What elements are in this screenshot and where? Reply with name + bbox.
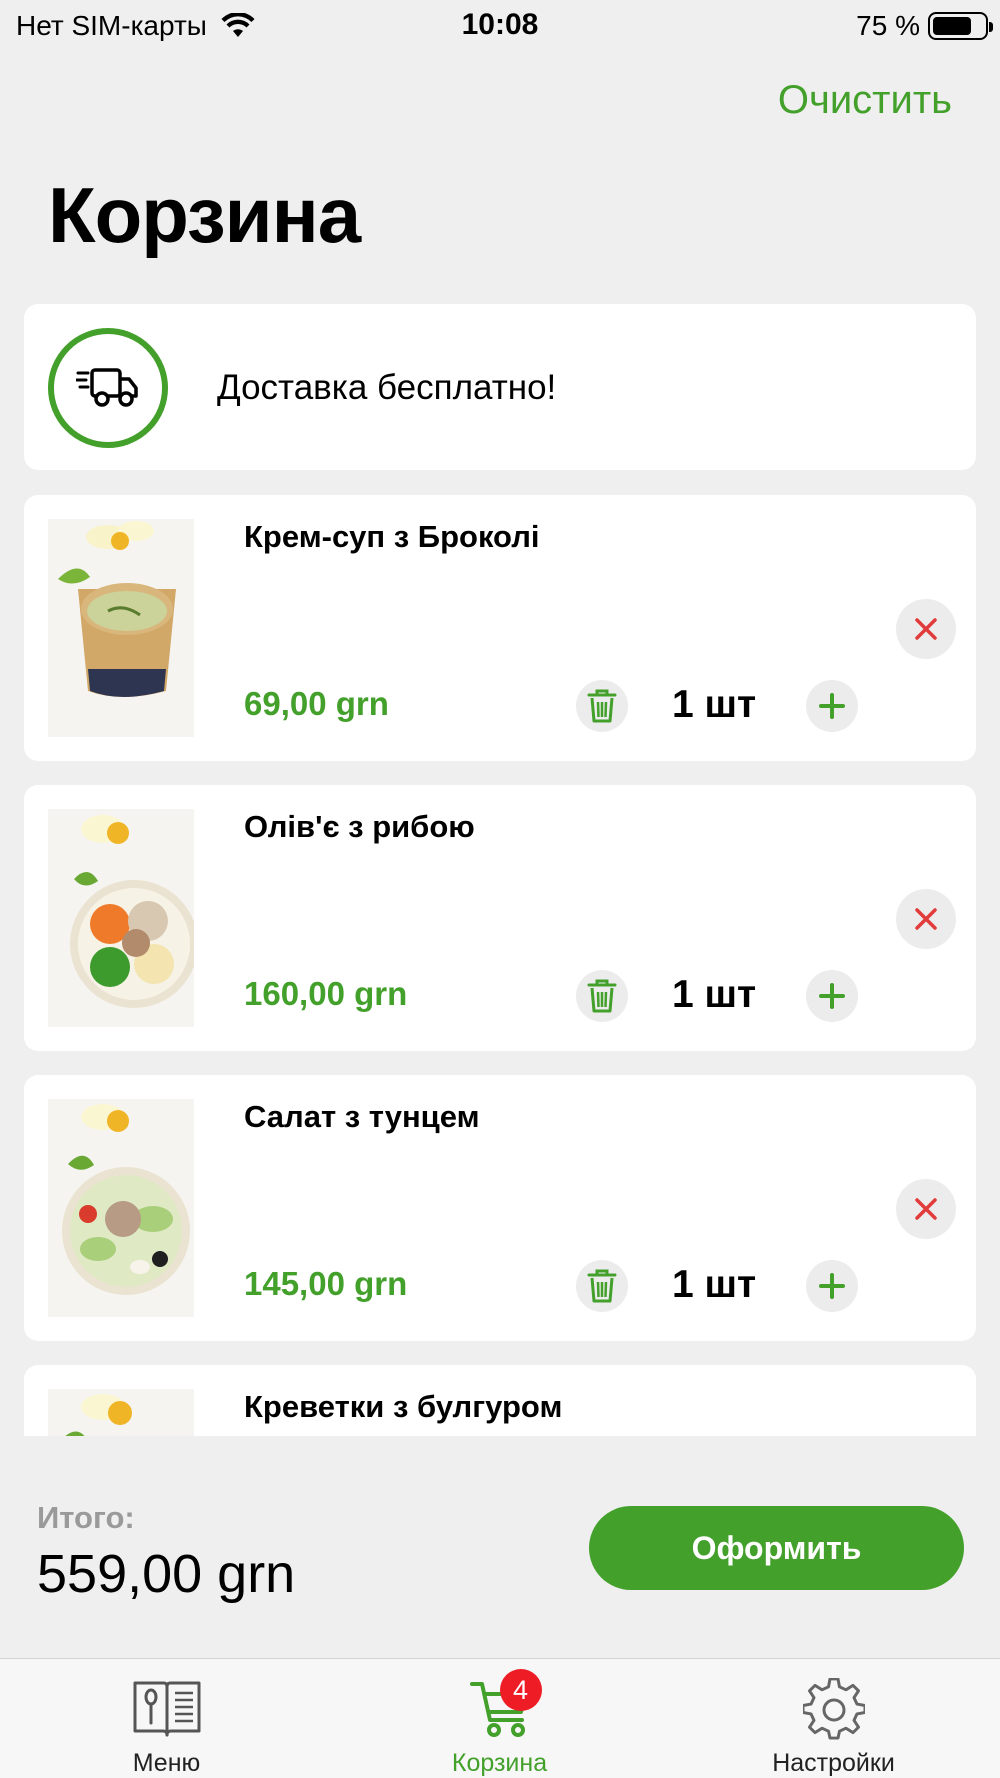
product-image[interactable] — [48, 1389, 194, 1436]
item-price: 160,00 grn — [244, 975, 408, 1012]
cart-item: Креветки з булгуром — [24, 1365, 976, 1436]
tab-menu-label: Меню — [132, 1749, 201, 1777]
cart-list[interactable]: Доставка бесплатно! Крем-суп з Броколі 6… — [0, 300, 1000, 1436]
delivery-banner: Доставка бесплатно! — [24, 304, 976, 470]
total-value: 559,00 grn — [37, 1544, 296, 1604]
item-quantity: 1 шт — [672, 1263, 757, 1306]
trash-icon — [587, 689, 617, 723]
increase-quantity-button[interactable] — [806, 970, 858, 1022]
plus-icon — [819, 1273, 845, 1299]
delete-item-button[interactable] — [576, 970, 628, 1022]
product-image[interactable] — [48, 519, 194, 737]
increase-quantity-button[interactable] — [806, 1260, 858, 1312]
gear-icon — [802, 1678, 865, 1740]
item-name: Олів'є з рибою — [244, 809, 475, 844]
tab-menu[interactable]: Меню — [0, 1659, 333, 1778]
menu-book-icon — [133, 1681, 200, 1737]
clear-cart-button[interactable]: Очистить — [778, 78, 952, 123]
battery-icon — [928, 12, 993, 40]
plus-icon — [819, 693, 845, 719]
cart-item: Крем-суп з Броколі 69,00 grn 1 шт — [24, 495, 976, 761]
trash-icon — [587, 1269, 617, 1303]
delivery-text: Доставка бесплатно! — [217, 368, 557, 407]
item-quantity: 1 шт — [672, 973, 757, 1016]
checkout-button[interactable]: Оформить — [589, 1506, 964, 1590]
close-icon — [915, 908, 937, 930]
cart-item: Олів'є з рибою 160,00 grn 1 шт — [24, 785, 976, 1051]
close-icon — [915, 618, 937, 640]
remove-item-button[interactable] — [896, 1179, 956, 1239]
product-image[interactable] — [48, 1099, 194, 1317]
increase-quantity-button[interactable] — [806, 680, 858, 732]
battery-cap — [989, 22, 993, 32]
tab-settings-label: Настройки — [772, 1749, 895, 1777]
item-name: Креветки з булгуром — [244, 1389, 563, 1424]
status-time: 10:08 — [461, 8, 539, 41]
item-price: 69,00 grn — [244, 685, 389, 722]
soup-photo — [48, 519, 194, 737]
item-quantity: 1 шт — [672, 683, 757, 726]
cart-count-badge: 4 — [499, 1669, 542, 1711]
truck-icon — [76, 368, 138, 407]
delete-item-button[interactable] — [576, 1260, 628, 1312]
trash-icon — [587, 979, 617, 1013]
tuna-salad-photo — [48, 1099, 194, 1317]
status-bar: Нет SIM-карты 10:08 75 % — [0, 0, 1000, 50]
product-image[interactable] — [48, 809, 194, 1027]
item-price: 145,00 grn — [244, 1265, 408, 1302]
tab-settings[interactable]: Настройки — [667, 1659, 1000, 1778]
tab-cart[interactable]: 4 Корзина — [333, 1659, 666, 1778]
tab-menu-icon-wrap — [131, 1675, 203, 1743]
remove-item-button[interactable] — [896, 889, 956, 949]
tab-cart-label: Корзина — [451, 1749, 548, 1777]
page-title: Корзина — [48, 171, 361, 259]
plus-icon — [819, 983, 845, 1009]
shrimp-bulgur-photo — [48, 1389, 194, 1436]
total-label: Итого: — [37, 1500, 135, 1535]
battery-info: 75 % — [856, 10, 993, 42]
delete-item-button[interactable] — [576, 680, 628, 732]
battery-fill — [933, 17, 971, 35]
cart-item: Салат з тунцем 145,00 grn 1 шт — [24, 1075, 976, 1341]
item-name: Крем-суп з Броколі — [244, 519, 540, 554]
item-name: Салат з тунцем — [244, 1099, 480, 1134]
close-icon — [915, 1198, 937, 1220]
truck-icon-circle — [48, 328, 168, 448]
remove-item-button[interactable] — [896, 599, 956, 659]
salad-photo — [48, 809, 194, 1027]
tab-cart-icon-wrap: 4 — [468, 1669, 542, 1743]
battery-percent: 75 % — [856, 10, 920, 41]
tab-settings-icon-wrap — [802, 1675, 865, 1743]
tab-bar: Меню 4 Корзина Настройки — [0, 1658, 1000, 1778]
